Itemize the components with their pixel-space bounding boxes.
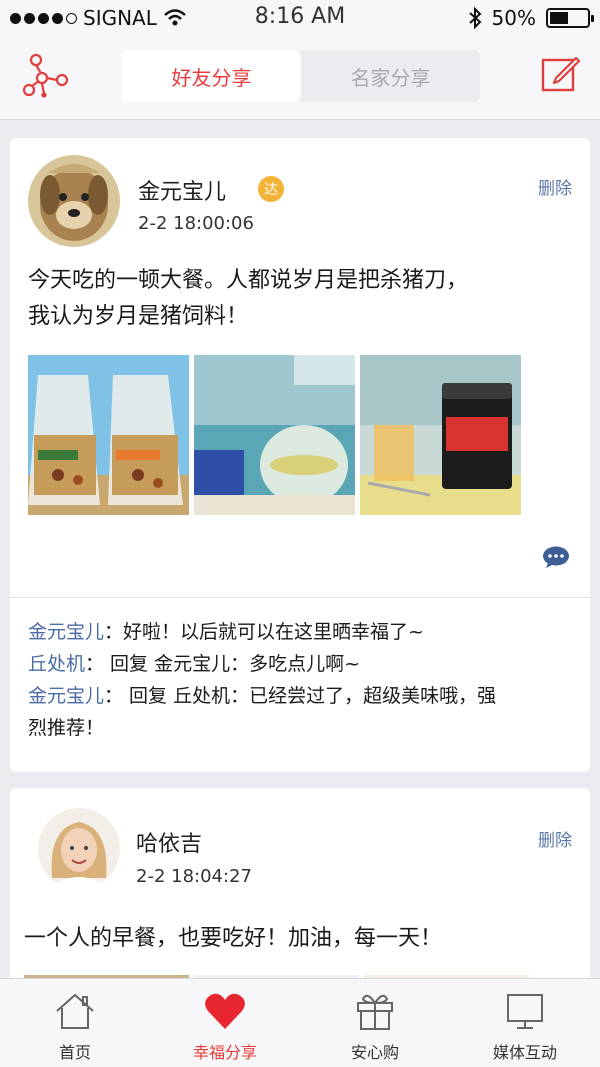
avatar[interactable]	[28, 155, 120, 247]
post-photo[interactable]	[194, 355, 355, 515]
tab-media[interactable]: 媒体互动	[450, 979, 600, 1067]
verified-badge: 达	[258, 176, 284, 202]
comment-item: 烈推荐！	[28, 712, 578, 744]
tab-celebrity-share[interactable]: 名家分享	[301, 50, 480, 102]
delete-button[interactable]: 删除	[538, 826, 572, 851]
comment-item: 金元宝儿：好啦！以后就可以在这里晒幸福了~	[28, 616, 578, 648]
comment-author[interactable]: 金元宝儿	[28, 685, 104, 707]
status-right: 50%	[468, 6, 594, 30]
delete-button[interactable]: 删除	[538, 174, 572, 199]
comment-item: 金元宝儿： 回复 丘处机：已经尝过了，超级美味哦，强	[28, 680, 578, 712]
comment-author[interactable]: 丘处机	[28, 653, 85, 675]
tab-friends-share[interactable]: 好友分享	[122, 50, 301, 102]
post-photo[interactable]	[28, 355, 189, 515]
comment-list: 金元宝儿：好啦！以后就可以在这里晒幸福了~ 丘处机： 回复 金元宝儿：多吃点儿啊…	[28, 616, 578, 744]
tab-happy-share[interactable]: 幸福分享	[150, 979, 300, 1067]
post-text: 一个人的早餐，也要吃好！加油，每一天！	[24, 921, 574, 957]
home-icon	[56, 993, 94, 1029]
avatar[interactable]	[38, 808, 120, 890]
comment-text: ： 回复 丘处机：已经尝过了，超级美味哦，强	[104, 685, 497, 707]
post-card: 金元宝儿 达 2-2 18:00:06 删除 今天吃的一顿大餐。人都说岁月是把杀…	[10, 138, 590, 772]
top-nav: 好友分享 名家分享	[0, 36, 600, 120]
post-text: 今天吃的一顿大餐。人都说岁月是把杀猪刀， 我认为岁月是猪饲料！	[28, 263, 578, 335]
post-text-line: 我认为岁月是猪饲料！	[28, 304, 249, 329]
monitor-icon	[507, 994, 543, 1029]
comment-author[interactable]: 金元宝儿	[28, 621, 104, 643]
comment-item: 丘处机： 回复 金元宝儿：多吃点儿啊~	[28, 648, 578, 680]
comment-text: ： 回复 金元宝儿：多吃点儿啊~	[85, 653, 361, 675]
compose-icon[interactable]	[540, 52, 582, 94]
comment-icon[interactable]	[542, 546, 570, 568]
battery-percent: 50%	[491, 6, 536, 30]
divider	[10, 597, 590, 598]
bottom-tab-bar: 首页 幸福分享 安心购 媒体互动	[0, 978, 600, 1067]
battery-icon	[546, 8, 594, 28]
post-author[interactable]: 金元宝儿	[138, 174, 226, 206]
heart-icon	[205, 993, 245, 1029]
feed[interactable]: 金元宝儿 达 2-2 18:00:06 删除 今天吃的一顿大餐。人都说岁月是把杀…	[0, 120, 600, 978]
tab-label: 安心购	[350, 1043, 399, 1062]
segmented-control: 好友分享 名家分享	[122, 50, 480, 102]
share-network-icon[interactable]	[20, 50, 70, 100]
post-author[interactable]: 哈依吉	[136, 826, 202, 858]
bluetooth-icon	[468, 7, 481, 29]
tab-home[interactable]: 首页	[0, 979, 150, 1067]
post-time: 2-2 18:00:06	[138, 213, 254, 234]
post-card: 哈依吉 2-2 18:04:27 删除 一个人的早餐，也要吃好！加油，每一天！	[10, 788, 590, 978]
post-text-line: 今天吃的一顿大餐。人都说岁月是把杀猪刀，	[28, 268, 469, 293]
status-bar: SIGNAL 8:16 AM 50%	[0, 0, 600, 36]
post-text-line: 一个人的早餐，也要吃好！加油，每一天！	[24, 926, 443, 951]
tab-label: 媒体互动	[492, 1043, 557, 1062]
tab-safe-shop[interactable]: 安心购	[300, 979, 450, 1067]
post-time: 2-2 18:04:27	[136, 866, 252, 887]
battery-fill	[550, 12, 568, 24]
comment-text: ：好啦！以后就可以在这里晒幸福了~	[104, 621, 424, 643]
post-photo[interactable]	[360, 355, 521, 515]
comment-text: 烈推荐！	[28, 717, 105, 739]
tab-label: 首页	[58, 1043, 91, 1062]
tab-label: 幸福分享	[192, 1043, 257, 1062]
gift-icon	[357, 994, 393, 1030]
